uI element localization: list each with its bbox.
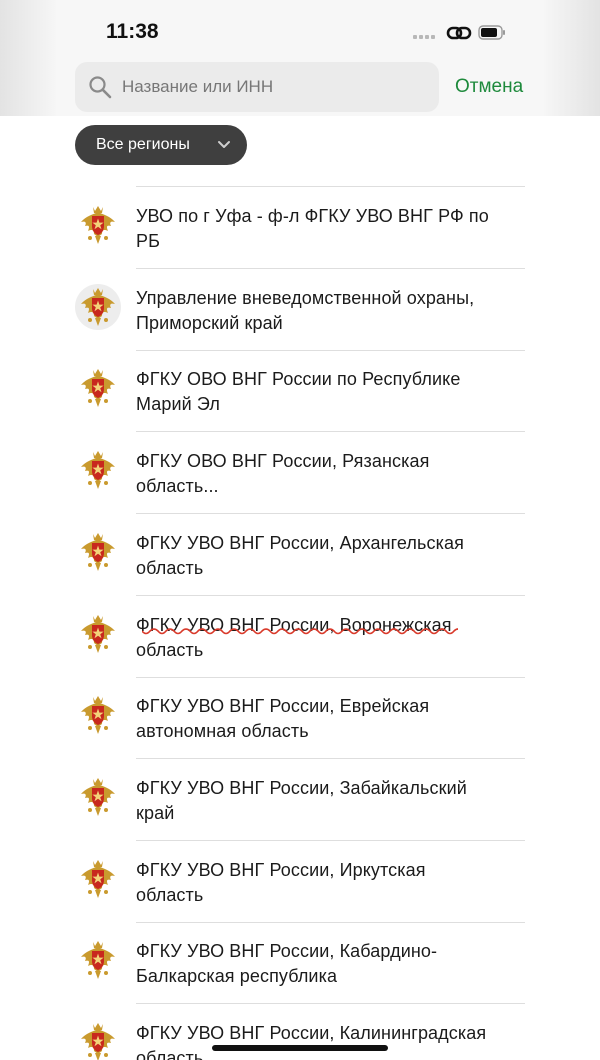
organization-name-line1: ФГКУ УВО ВНГ России, Забайкальский — [136, 778, 467, 798]
region-filter-chip[interactable]: Все регионы — [75, 125, 247, 165]
organization-name-line2: Балкарская республика — [136, 966, 338, 986]
organization-name-line2: край — [136, 803, 175, 823]
backdrop-right — [544, 0, 600, 116]
search-input[interactable] — [122, 64, 422, 110]
organization-name-line1: ФГКУ ОВО ВНГ России, Рязанская — [136, 451, 430, 471]
organization-name: ФГКУ УВО ВНГ России, Архангельская област… — [136, 531, 526, 581]
rosgvardia-emblem-icon — [79, 204, 117, 246]
organization-name-line1: ФГКУ УВО ВНГ России, Кабардино- — [136, 941, 438, 961]
organization-name-line1: ФГКУ ОВО ВНГ России по Республике — [136, 369, 461, 389]
organization-name-line1: ФГКУ УВО ВНГ России, Архангельская — [136, 533, 464, 553]
organization-name: ФГКУ УВО ВНГ России, Забайкальский край — [136, 776, 526, 826]
organization-name-line1: ФГКУ УВО ВНГ России, Калининградская — [136, 1023, 487, 1043]
organization-list-item[interactable]: ФГКУ УВО ВНГ России, Архангельская област… — [0, 514, 600, 596]
organization-name: Управление вневедомственной охраны, Примо… — [136, 286, 526, 336]
rosgvardia-emblem-icon — [79, 531, 117, 573]
organization-name-line2: область — [136, 640, 204, 660]
rosgvardia-emblem-icon — [79, 449, 117, 491]
battery-icon — [478, 25, 505, 40]
search-icon — [89, 76, 112, 99]
organization-list-item[interactable]: ФГКУ ОВО ВНГ России, Рязанская область... — [0, 432, 600, 514]
organization-list-item[interactable]: ФГКУ УВО ВНГ России, Кабардино- Балкарска… — [0, 922, 600, 1004]
organization-name-line2: область — [136, 558, 204, 578]
rosgvardia-emblem-icon — [79, 367, 117, 409]
organization-name: ФГКУ УВО ВНГ России, Иркутская область — [136, 858, 526, 908]
rosgvardia-emblem-icon — [79, 776, 117, 818]
chevron-down-icon — [218, 141, 230, 148]
organization-name-line2: Марий Эл — [136, 394, 220, 414]
cancel-button[interactable]: Отмена — [455, 76, 523, 98]
organization-name-line2: РБ — [136, 231, 161, 251]
organization-name: ФГКУ УВО ВНГ России, Воронежская область — [136, 613, 526, 663]
rosgvardia-emblem-icon — [79, 613, 117, 655]
region-filter-label: Все регионы — [96, 136, 190, 153]
organization-name-line2: область... — [136, 476, 219, 496]
organization-name: ФГКУ УВО ВНГ России, Кабардино- Балкарска… — [136, 939, 526, 989]
cellular-signal-icon — [413, 35, 435, 39]
organization-name-line2: автономная область — [136, 721, 309, 741]
organization-list-item[interactable]: ФГКУ ОВО ВНГ России по Республике Марий Э… — [0, 350, 600, 432]
home-indicator — [212, 1045, 388, 1051]
organization-name: ФГКУ УВО ВНГ России, Калининградская обла… — [136, 1021, 526, 1060]
link-icon — [446, 26, 472, 40]
spellcheck-underline — [142, 628, 458, 635]
organization-name-line1: ФГКУ УВО ВНГ России, Еврейская — [136, 696, 430, 716]
rosgvardia-emblem-icon — [79, 286, 117, 328]
organization-list-item[interactable]: ФГКУ УВО ВНГ России, Забайкальский край — [0, 759, 600, 841]
organization-name: ФГКУ ОВО ВНГ России, Рязанская область... — [136, 449, 526, 499]
screen: 11:38 Отмена Все регионы УВО по г Уфа - … — [0, 0, 600, 1060]
rosgvardia-emblem-icon — [79, 939, 117, 981]
organization-name-line1: Управление вневедомственной охраны, — [136, 288, 475, 308]
organization-name: ФГКУ УВО ВНГ России, Еврейская автономная… — [136, 694, 526, 744]
organization-name-line1: УВО по г Уфа - ф-л ФГКУ УВО ВНГ РФ по — [136, 206, 489, 226]
organization-name-line2: Приморский край — [136, 313, 283, 333]
rosgvardia-emblem-icon — [79, 694, 117, 736]
organization-list-item[interactable]: ФГКУ УВО ВНГ России, Калининградская обла… — [0, 1004, 600, 1060]
organization-list-item[interactable]: ФГКУ УВО ВНГ России, Еврейская автономная… — [0, 677, 600, 759]
organization-list-item[interactable]: Управление вневедомственной охраны, Примо… — [0, 269, 600, 351]
organization-name: ФГКУ ОВО ВНГ России по Республике Марий Э… — [136, 367, 526, 417]
rosgvardia-emblem-icon — [79, 1021, 117, 1060]
backdrop-left — [0, 0, 56, 116]
status-time: 11:38 — [106, 20, 159, 43]
organization-name: УВО по г Уфа - ф-л ФГКУ УВО ВНГ РФ по РБ — [136, 204, 526, 254]
organization-list-item[interactable]: ФГКУ УВО ВНГ России, Иркутская область — [0, 841, 600, 923]
organization-name-line1: ФГКУ УВО ВНГ России, Иркутская — [136, 860, 426, 880]
rosgvardia-emblem-icon — [79, 858, 117, 900]
organization-list-item[interactable]: УВО по г Уфа - ф-л ФГКУ УВО ВНГ РФ по РБ — [0, 187, 600, 269]
organization-name-line2: область — [136, 885, 204, 905]
